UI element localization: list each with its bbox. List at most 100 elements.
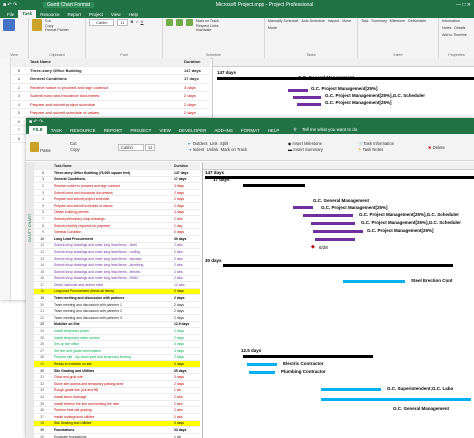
mark-on-track-front-button[interactable]: Mark on Track xyxy=(221,147,248,152)
inactivate-button[interactable]: Inactivate xyxy=(196,28,211,32)
duration-cell[interactable]: 0 days xyxy=(174,230,200,234)
back-task-row[interactable]: 2 Receive notice to proceed and sign cont… xyxy=(10,84,210,92)
task-name-cell[interactable]: General Conditions xyxy=(30,76,184,81)
task-name-cell[interactable]: Three-story Office Building xyxy=(30,68,184,73)
task-name-cell[interactable]: Prepare and submit schedule of values xyxy=(30,110,184,115)
front-task-row[interactable]: 22 Team meeting and discussion with partn… xyxy=(34,315,200,322)
gantt-bar-gcpm4[interactable] xyxy=(313,230,363,233)
task-name-cell[interactable]: Site Grading and Utilities xyxy=(54,369,174,373)
front-task-row[interactable]: 23 Mobilize on Site 12.5 days xyxy=(34,322,200,329)
front-task-row[interactable]: 20 Team meeting and discussion with partn… xyxy=(34,302,200,309)
task-name-cell[interactable]: Set up site office xyxy=(54,342,174,346)
duration-cell[interactable]: 1 day xyxy=(174,224,200,228)
front-task-row[interactable]: 38 Site Grading and Utilities 0 days xyxy=(34,420,200,428)
task-name-cell[interactable]: Ready to mobilize on site xyxy=(54,362,174,366)
task-name-cell[interactable]: Install temporary water service xyxy=(54,336,174,340)
duration-cell[interactable]: 2 wks xyxy=(174,217,200,221)
task-name-cell[interactable]: Prepare and submit project schedule xyxy=(54,197,174,201)
front-tab-format[interactable]: FORMAT xyxy=(237,128,264,133)
gantt-bar-gcpm5[interactable] xyxy=(315,238,355,241)
task-name-cell[interactable]: Team meeting and discussion with partner… xyxy=(54,316,174,320)
bold-button[interactable]: B xyxy=(131,19,134,26)
tab-project[interactable]: Project xyxy=(85,12,107,17)
progress-0-icon[interactable] xyxy=(166,19,173,26)
split-button[interactable]: Split xyxy=(220,141,228,146)
front-task-row[interactable]: 7 Submit preliminary shop drawings 2 wks xyxy=(34,216,200,223)
task-name-cell[interactable]: Receive notice to proceed and sign contr… xyxy=(54,184,174,188)
task-name-cell[interactable]: Install storm drainage xyxy=(54,395,174,399)
task-name-cell[interactable]: Install exterior fire line and building … xyxy=(54,402,174,406)
task-name-cell[interactable]: Excavate foundations xyxy=(54,435,174,438)
front-tab-task[interactable]: TASK xyxy=(47,128,66,133)
duration-cell[interactable]: 3 days xyxy=(174,375,200,379)
manually-schedule-button[interactable]: Manually Schedule xyxy=(268,19,298,23)
task-name-cell[interactable]: Three-story Office Building (76,000 squa… xyxy=(54,171,174,175)
task-name-cell[interactable]: Long lead Procurement (Items all items) xyxy=(54,289,174,293)
duration-cell[interactable]: 2 days xyxy=(174,382,200,386)
delete-button[interactable]: Delete xyxy=(433,145,445,150)
view-bar[interactable]: GANTT CHART xyxy=(26,162,34,438)
task-name-cell[interactable]: General Conditions xyxy=(54,177,174,181)
duration-cell[interactable]: 3 days xyxy=(174,184,200,188)
front-tab-resource[interactable]: RESOURCE xyxy=(66,128,100,133)
duration-cell[interactable]: 2 days xyxy=(174,296,200,300)
task-name-cell[interactable]: Install temporary power xyxy=(54,329,174,333)
front-task-row[interactable]: 31 Clear and grub site 3 days xyxy=(34,374,200,381)
duration-cell[interactable]: 147 days xyxy=(184,68,210,73)
front-search[interactable]: ⚲ Tell me what you want to do xyxy=(289,127,365,133)
front-task-row[interactable]: 21 Team meeting and discussion with partn… xyxy=(34,308,200,316)
front-task-row[interactable]: 13 Submit shop drawings and order long le… xyxy=(34,256,200,263)
gantt-bar-plumbing[interactable] xyxy=(249,371,275,374)
duration-cell[interactable]: 0 days xyxy=(174,289,200,293)
front-task-row[interactable]: 0 Three-story Office Building (76,000 squ… xyxy=(34,170,200,177)
quick-access-toolbar[interactable]: ■ ↶ ↷ xyxy=(0,2,43,8)
front-task-row[interactable]: 37 Install underground utilities 2 wks xyxy=(34,414,200,421)
duration-cell[interactable]: 2 wks xyxy=(174,263,200,267)
front-task-row[interactable]: 40 Excavate foundations 1 wk xyxy=(34,434,200,438)
front-task-row[interactable]: 25 Install temporary water service 2 days xyxy=(34,335,200,342)
task-name-cell[interactable]: Install underground utilities xyxy=(54,415,174,419)
front-tab-help[interactable]: HELP xyxy=(264,128,284,133)
gantt-bar-gcgm2[interactable] xyxy=(321,398,471,401)
front-task-row[interactable]: 2 Receive notice to proceed and sign cont… xyxy=(34,183,200,190)
front-task-row[interactable]: 32 Stone site access and temporary parkin… xyxy=(34,381,200,388)
task-name-cell[interactable]: Submit shop drawings and order long lead… xyxy=(54,276,174,280)
front-task-row[interactable]: 12 Submit shop drawings and order long le… xyxy=(34,249,200,256)
task-information-button[interactable]: Task Information xyxy=(363,141,394,146)
progress-25-icon[interactable] xyxy=(176,19,183,26)
notes-button[interactable]: Notes xyxy=(442,26,451,30)
duration-cell[interactable]: 147 days xyxy=(174,171,200,175)
window-controls[interactable]: — □ ✕ xyxy=(435,2,474,8)
duration-cell[interactable]: 17 days xyxy=(184,76,210,81)
duration-cell[interactable]: 0 days xyxy=(174,362,200,366)
front-task-row[interactable]: 17 Detail, fabricate and deliver steel 12 … xyxy=(34,282,200,289)
insert-summary-button[interactable]: Summary xyxy=(371,19,386,23)
tab-help[interactable]: Help xyxy=(125,12,142,17)
task-name-cell[interactable]: Team meeting and discussion with partner… xyxy=(54,303,174,307)
duration-cell[interactable]: 2 wks xyxy=(174,257,200,261)
gantt-summary-bar-0[interactable] xyxy=(205,176,474,179)
front-task-row[interactable]: 34 Install storm drainage 2 wks xyxy=(34,394,200,401)
duration-cell[interactable]: 2 wks xyxy=(174,270,200,274)
back-task-row[interactable]: 0 Three-story Office Building 147 days xyxy=(10,67,210,75)
task-name-cell[interactable]: Long Lead Procurement xyxy=(54,237,174,241)
front-task-row[interactable]: 15 Submit shop drawings and order long le… xyxy=(34,269,200,276)
cut-button[interactable]: Cut xyxy=(45,19,51,23)
front-task-row[interactable]: 18 Long lead Procurement (Items all items… xyxy=(34,288,200,296)
unlink-button[interactable]: Unlink xyxy=(207,147,219,152)
indent-button[interactable]: Indent xyxy=(193,147,205,152)
front-task-row[interactable]: 3 Submit bond and insurance documents 2 da… xyxy=(34,190,200,197)
insert-summary-front[interactable]: Insert Summary xyxy=(293,147,323,152)
front-task-row[interactable]: 26 Set up site office 3 days xyxy=(34,341,200,349)
duration-cell[interactable]: 0 days xyxy=(174,421,200,425)
front-task-row[interactable]: 19 Team meeting and discussion with partn… xyxy=(34,295,200,302)
duration-cell[interactable]: 12 wks xyxy=(174,283,200,287)
task-name-cell[interactable]: Obtain building permits xyxy=(54,210,174,214)
gantt-bar-gcsup[interactable] xyxy=(321,388,381,391)
duration-cell[interactable]: 2 wks xyxy=(174,402,200,406)
outdent-icon[interactable]: ⇤ xyxy=(188,141,192,146)
duration-cell[interactable]: 2 days xyxy=(174,329,200,333)
italic-button[interactable]: I xyxy=(136,19,137,26)
gantt-summary-bar-10[interactable] xyxy=(223,264,453,267)
front-task-row[interactable]: 27 Set line and grade benchmarks 3 days xyxy=(34,348,200,355)
